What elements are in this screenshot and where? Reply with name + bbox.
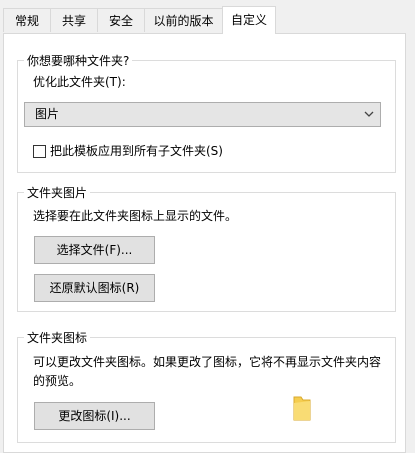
checkbox-box[interactable] xyxy=(33,145,46,158)
picture-description: 选择要在此文件夹图标上显示的文件。 xyxy=(33,209,238,223)
optimize-label: 优化此文件夹(T): xyxy=(33,75,126,89)
icon-description-line1: 可以更改文件夹图标。如果更改了图标，它将不再显示文件夹内容 xyxy=(33,355,382,369)
tab-customize[interactable]: 自定义 xyxy=(222,6,276,34)
folder-type-value: 图片 xyxy=(35,107,60,121)
choose-file-button[interactable]: 选择文件(F)... xyxy=(34,236,155,264)
restore-default-button[interactable]: 还原默认图标(R) xyxy=(34,274,155,302)
tab-sharing[interactable]: 共享 xyxy=(50,8,98,32)
change-icon-button[interactable]: 更改图标(I)... xyxy=(34,402,155,430)
chevron-down-icon xyxy=(364,111,374,117)
tab-general[interactable]: 常规 xyxy=(3,8,51,32)
apply-subfolders-checkbox[interactable]: 把此模板应用到所有子文件夹(S) xyxy=(33,143,223,159)
apply-subfolders-label: 把此模板应用到所有子文件夹(S) xyxy=(50,144,223,158)
tab-previous-versions[interactable]: 以前的版本 xyxy=(144,8,223,32)
icon-description-line2: 的预览。 xyxy=(33,374,82,388)
tab-security[interactable]: 安全 xyxy=(97,8,145,32)
folder-type-legend: 你想要哪种文件夹? xyxy=(27,54,130,68)
folder-icon-legend: 文件夹图标 xyxy=(27,331,88,345)
folder-type-select[interactable]: 图片 xyxy=(24,102,381,127)
folder-picture-legend: 文件夹图片 xyxy=(27,186,88,200)
folder-icon xyxy=(293,396,311,421)
